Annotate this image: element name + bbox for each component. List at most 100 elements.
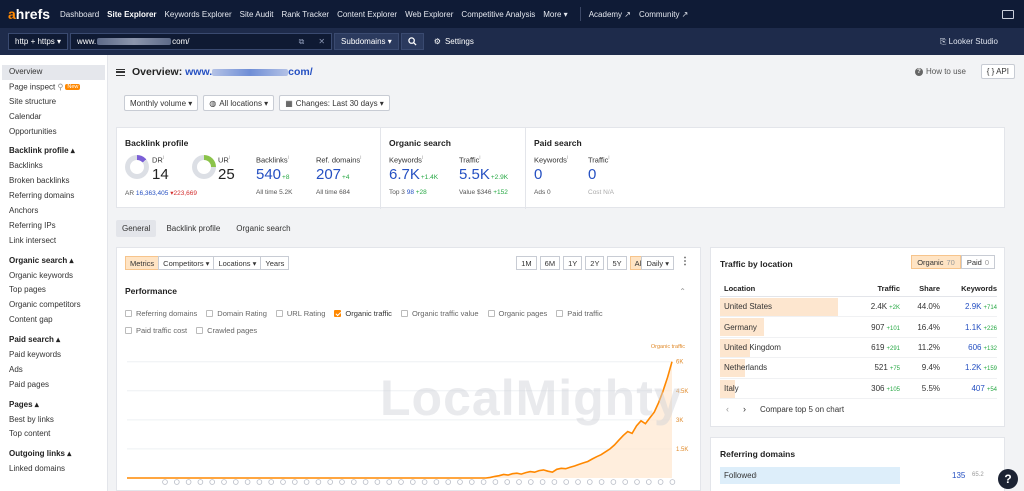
event-marker[interactable] <box>527 479 534 485</box>
tab-organic-search[interactable]: Organic search <box>230 220 296 237</box>
looker-studio-link[interactable]: ⎘ Looker Studio <box>940 37 998 47</box>
event-marker[interactable] <box>669 479 676 485</box>
range-1m[interactable]: 1M <box>516 256 537 270</box>
target-url-input[interactable]: www. com/ ⧉ ✕ <box>70 33 333 50</box>
event-marker[interactable] <box>244 479 251 485</box>
event-marker[interactable] <box>362 479 369 485</box>
header-location[interactable]: Location <box>720 284 848 293</box>
sidebar-item-page-inspect[interactable]: Page inspect ⚲ New <box>0 80 107 95</box>
backlinks-label[interactable]: Backlinksi <box>256 155 289 165</box>
location-name[interactable]: Germany <box>720 323 848 332</box>
range-1y[interactable]: 1Y <box>563 256 583 270</box>
nav-more[interactable]: More ▾ <box>543 10 567 19</box>
metrics-tab[interactable]: Metrics <box>125 256 160 270</box>
organic-keywords-label[interactable]: Keywordsi <box>389 155 423 165</box>
search-button[interactable] <box>400 33 424 50</box>
event-marker[interactable] <box>516 479 522 485</box>
sidebar-item-broken-backlinks[interactable]: Broken backlinks <box>0 174 107 189</box>
location-row[interactable]: United States 2.4K +2K 44.0% 2.9K +714 <box>720 297 997 318</box>
event-marker[interactable] <box>634 479 640 485</box>
event-marker[interactable] <box>622 479 629 485</box>
sidebar-item-top-content[interactable]: Top content <box>0 427 107 442</box>
event-marker[interactable] <box>657 479 664 485</box>
cb-organic-pages[interactable]: Organic pages <box>487 309 547 318</box>
cb-domain-rating[interactable]: Domain Rating <box>206 309 267 318</box>
sidebar-item-opportunities[interactable]: Opportunities <box>0 125 107 140</box>
paid-traffic-label[interactable]: Traffici <box>588 155 610 165</box>
compare-top5-link[interactable]: Compare top 5 on chart <box>760 405 844 414</box>
range-6m[interactable]: 6M <box>539 256 561 270</box>
event-marker[interactable] <box>598 479 605 485</box>
nav-content-explorer[interactable]: Content Explorer <box>337 10 397 19</box>
event-marker[interactable] <box>468 479 475 485</box>
ref-domains-value[interactable]: 207+4 <box>316 166 349 183</box>
event-marker[interactable] <box>256 479 263 485</box>
location-name[interactable]: Netherlands <box>720 363 848 372</box>
event-marker[interactable] <box>551 479 558 485</box>
event-marker[interactable] <box>315 479 322 485</box>
event-marker[interactable] <box>610 479 617 485</box>
location-name[interactable]: United Kingdom <box>720 343 848 352</box>
sidebar-item-backlinks[interactable]: Backlinks <box>0 159 107 174</box>
cb-crawled-pages[interactable]: Crawled pages <box>196 326 257 335</box>
dr-label[interactable]: DRi <box>152 155 164 165</box>
event-marker[interactable] <box>586 479 593 485</box>
event-marker[interactable] <box>221 479 227 485</box>
ur-value[interactable]: 25 <box>218 166 235 183</box>
paid-keywords-value[interactable]: 0 <box>534 166 542 183</box>
event-marker[interactable] <box>268 479 275 485</box>
event-marker[interactable] <box>398 479 404 485</box>
cb-referring-domains[interactable]: Referring domains <box>125 309 197 318</box>
sidebar-item-paid-pages[interactable]: Paid pages <box>0 378 107 393</box>
range-2y[interactable]: 2Y <box>585 256 605 270</box>
event-marker[interactable] <box>563 479 570 485</box>
locations-tab[interactable]: Locations ▾ <box>213 256 262 270</box>
sidebar-item-link-intersect[interactable]: Link intersect <box>0 234 107 249</box>
sidebar-section-organic-search[interactable]: Organic search ▴ <box>0 254 107 269</box>
sidebar-item-organic-keywords[interactable]: Organic keywords <box>0 269 107 284</box>
sidebar-item-calendar[interactable]: Calendar <box>0 110 107 125</box>
how-to-use-link[interactable]: ? How to use <box>914 67 966 76</box>
event-marker[interactable] <box>575 479 581 485</box>
backlinks-value[interactable]: 540+8 <box>256 166 289 183</box>
event-marker[interactable] <box>421 479 428 485</box>
ur-label[interactable]: URi <box>218 155 230 165</box>
sidebar-item-overview[interactable]: Overview <box>2 65 105 80</box>
cb-organic-traffic-value[interactable]: Organic traffic value <box>400 309 479 318</box>
locations-select[interactable]: ◍ All locations ▾ <box>203 95 275 111</box>
menu-icon[interactable] <box>116 68 125 76</box>
ref-domains-label[interactable]: Ref. domainsi <box>316 155 361 165</box>
sidebar-item-ads[interactable]: Ads <box>0 363 107 378</box>
settings-button[interactable]: ⚙ Settings <box>434 37 474 46</box>
cb-paid-traffic[interactable]: Paid traffic <box>556 309 603 318</box>
event-marker[interactable] <box>173 479 180 485</box>
sidebar-item-linked-domains[interactable]: Linked domains <box>0 462 107 477</box>
sidebar-section-paid-search[interactable]: Paid search ▴ <box>0 333 107 348</box>
organic-traffic-label[interactable]: Traffici <box>459 155 481 165</box>
monthly-volume-select[interactable]: Monthly volume ▾ <box>124 95 199 111</box>
sidebar-item-top-pages[interactable]: Top pages <box>0 283 107 298</box>
location-row[interactable]: Netherlands 521 +75 9.4% 1.2K +159 <box>720 358 997 379</box>
event-marker[interactable] <box>480 479 487 485</box>
followed-row[interactable]: Followed i <box>720 467 900 484</box>
competitors-tab[interactable]: Competitors ▾ <box>158 256 215 270</box>
help-chat-icon[interactable]: ? <box>998 469 1018 489</box>
range-5y[interactable]: 5Y <box>607 256 627 270</box>
event-marker[interactable] <box>303 479 310 485</box>
event-marker[interactable] <box>386 479 393 485</box>
cb-organic-traffic[interactable]: Organic traffic <box>334 309 392 318</box>
sidebar-item-anchors[interactable]: Anchors <box>0 204 107 219</box>
paid-keywords-label[interactable]: Keywordsi <box>534 155 568 165</box>
subdomains-select[interactable]: Subdomains ▾ <box>334 33 399 50</box>
dr-value[interactable]: 14 <box>152 166 169 183</box>
clear-icon[interactable]: ✕ <box>318 37 325 47</box>
followed-value[interactable]: 135 <box>952 471 965 480</box>
toggle-paid[interactable]: Paid 0 <box>960 255 995 269</box>
event-marker[interactable] <box>209 479 215 485</box>
nav-competitive-analysis[interactable]: Competitive Analysis <box>461 10 535 19</box>
header-share[interactable]: Share <box>900 284 940 293</box>
cb-paid-traffic-cost[interactable]: Paid traffic cost <box>125 326 187 335</box>
event-marker[interactable] <box>327 479 334 485</box>
nav-community[interactable]: Community ↗ <box>639 10 688 19</box>
granularity-select[interactable]: Daily ▾ <box>641 256 674 270</box>
